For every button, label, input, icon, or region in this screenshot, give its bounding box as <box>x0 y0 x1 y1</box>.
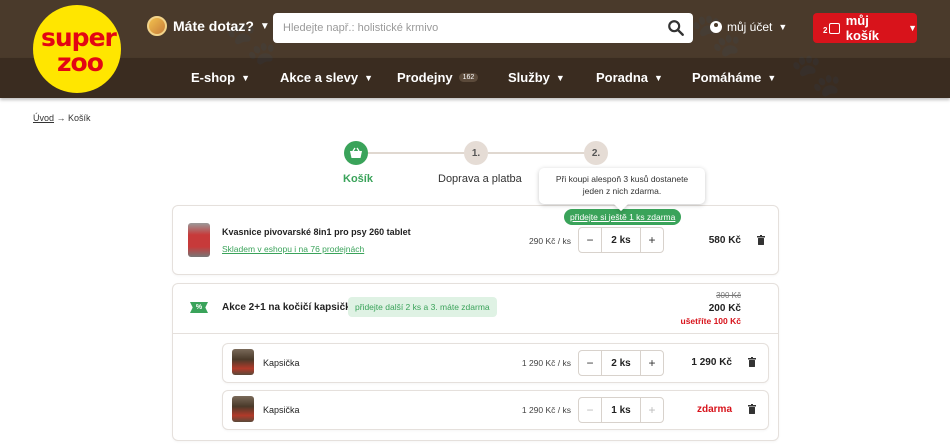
step-shipping-circle[interactable]: 1. <box>464 141 488 165</box>
nav-item-label: Akce a slevy <box>280 70 359 85</box>
unit-price: 1 290 Kč / ks <box>521 405 571 415</box>
nav-item-label: Poradna <box>596 70 649 85</box>
tooltip-line2: jeden z nich zdarma. <box>582 186 662 196</box>
promo-title: Akce 2+1 na kočičí kapsičky <box>222 302 357 313</box>
increase-qty-button[interactable]: + <box>641 398 663 422</box>
step-number: 2. <box>591 147 601 159</box>
product-name[interactable]: Kvasnice pivovarské 8in1 pro psy 260 tab… <box>222 227 411 237</box>
nav-item-pomahame[interactable]: Pomáháme ▼ <box>692 70 776 85</box>
logo-text-line2: zoo <box>57 48 104 77</box>
search-input[interactable] <box>283 19 653 37</box>
breadcrumb-separator: → <box>56 113 66 123</box>
search-icon[interactable] <box>667 19 685 37</box>
nav-item-label: Prodejny <box>397 70 453 85</box>
nav-item-eshop[interactable]: E-shop ▼ <box>191 70 250 85</box>
breadcrumb: Úvod → Košík <box>33 113 91 123</box>
increase-qty-button[interactable]: + <box>641 228 663 252</box>
unit-price: 290 Kč / ks <box>528 236 571 246</box>
product-name[interactable]: Kapsička <box>263 405 300 415</box>
cart-item-card <box>172 205 779 275</box>
chevron-down-icon: ▼ <box>364 72 373 83</box>
nav-item-label: Pomáháme <box>692 70 762 85</box>
chevron-down-icon: ▼ <box>654 72 663 83</box>
product-image[interactable] <box>188 223 210 257</box>
basket-icon <box>350 147 362 158</box>
tooltip-line1: Při koupi alespoň 3 kusů dostanete <box>555 174 689 184</box>
trash-icon[interactable] <box>757 235 765 245</box>
promo-hint-badge: přidejte další 2 ks a 3. máte zdarma <box>348 297 497 317</box>
account-label: můj účet <box>727 20 773 34</box>
cart-label: můj košík <box>845 13 879 43</box>
unit-price: 1 290 Kč / ks <box>521 358 571 368</box>
cart-count-badge: 2 <box>823 25 828 35</box>
step-summary-circle[interactable]: 2. <box>584 141 608 165</box>
chevron-down-icon: ▼ <box>908 23 917 33</box>
quantity-value[interactable]: 1 ks <box>601 398 641 422</box>
superzoo-logo[interactable]: super zoo <box>33 5 121 93</box>
cart-button[interactable]: 2 můj košík ▼ <box>813 13 917 43</box>
help-label: Máte dotaz? <box>173 18 254 34</box>
product-name[interactable]: Kapsička <box>263 358 300 368</box>
line-total: 580 Kč <box>708 235 741 246</box>
chevron-down-icon: ▼ <box>241 72 250 83</box>
chevron-down-icon: ▼ <box>767 72 777 83</box>
decrease-qty-button[interactable]: − <box>579 398 601 422</box>
store-count-badge: 162 <box>458 73 479 82</box>
nav-item-sluzby[interactable]: Služby ▼ <box>508 70 565 85</box>
nav-item-poradna[interactable]: Poradna ▼ <box>596 70 663 85</box>
search-box <box>273 13 693 43</box>
increase-qty-button[interactable]: + <box>641 351 663 375</box>
line-total: 1 290 Kč <box>691 357 732 368</box>
stock-availability-link[interactable]: Skladem v eshopu i na 76 prodejnách <box>222 244 364 254</box>
free-item-hint-badge[interactable]: přidejte si ještě 1 ks zdarma <box>564 209 682 225</box>
step-number: 1. <box>471 147 481 159</box>
free-item-hint-prefix: přidejte si <box>570 212 609 222</box>
promo-divider <box>173 333 778 334</box>
support-avatar <box>147 16 167 36</box>
promo-tooltip: Při koupi alespoň 3 kusů dostanete jeden… <box>539 168 705 204</box>
step-connector <box>488 152 596 154</box>
decrease-qty-button[interactable]: − <box>579 351 601 375</box>
product-image[interactable] <box>232 349 254 375</box>
step-cart-label: Košík <box>343 173 373 185</box>
chevron-down-icon: ▼ <box>259 20 270 32</box>
nav-item-akce[interactable]: Akce a slevy ▼ <box>280 70 373 85</box>
promo-old-price: 300 Kč <box>716 291 741 300</box>
step-cart-circle[interactable] <box>344 141 368 165</box>
nav-item-label: E-shop <box>191 70 236 85</box>
step-connector <box>368 152 476 154</box>
nav-item-prodejny[interactable]: Prodejny 162 <box>397 70 479 85</box>
quantity-value[interactable]: 2 ks <box>601 351 641 375</box>
quantity-stepper: − 2 ks + <box>578 350 664 376</box>
account-menu-button[interactable]: můj účet ▼ <box>710 20 787 34</box>
promo-savings: ušetříte 100 Kč <box>680 316 741 326</box>
breadcrumb-home-link[interactable]: Úvod <box>33 113 54 123</box>
line-total-free: zdarma <box>696 404 732 415</box>
shopping-bag-icon <box>829 22 840 34</box>
free-item-hint-link[interactable]: ještě 1 ks zdarma <box>609 212 676 222</box>
product-image[interactable] <box>232 396 254 422</box>
user-icon <box>710 21 722 33</box>
quantity-stepper: − 2 ks + <box>578 227 664 253</box>
quantity-stepper: − 1 ks + <box>578 397 664 423</box>
chevron-down-icon: ▼ <box>778 22 788 32</box>
promo-new-price: 200 Kč <box>708 303 741 314</box>
decrease-qty-button[interactable]: − <box>579 228 601 252</box>
quantity-value[interactable]: 2 ks <box>601 228 641 252</box>
step-shipping-label: Doprava a platba <box>438 173 522 185</box>
chevron-down-icon: ▼ <box>555 72 565 83</box>
breadcrumb-current: Košík <box>68 113 91 123</box>
nav-item-label: Služby <box>508 70 550 85</box>
help-contact-button[interactable]: Máte dotaz? ▼ <box>147 16 270 36</box>
trash-icon[interactable] <box>748 404 756 414</box>
trash-icon[interactable] <box>748 357 756 367</box>
